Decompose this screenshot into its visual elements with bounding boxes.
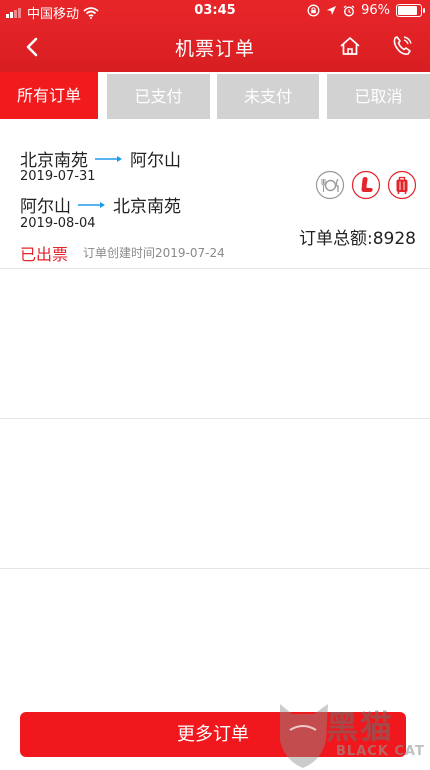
tab-cancelled[interactable]: 已取消 — [327, 74, 430, 119]
order-created-time: 订单创建时间2019-07-24 — [83, 246, 225, 260]
tab-unpaid[interactable]: 未支付 — [217, 74, 319, 119]
route-leg-2: 阿尔山 北京南苑 — [20, 192, 181, 217]
tab-paid[interactable]: 已支付 — [107, 74, 210, 119]
arrow-right-icon — [95, 155, 122, 162]
order-card[interactable]: 北京南苑 阿尔山 2019-07-31 阿尔山 北京南苑 2019-08-04 — [0, 120, 430, 268]
page-title: 机票订单 — [174, 38, 255, 60]
tab-all-orders[interactable]: 所有订单 — [0, 72, 98, 119]
leg-2-date: 2019-08-04 — [20, 216, 96, 231]
watermark-cn: 黑猫 — [326, 708, 395, 746]
watermark-en: BLACK CAT — [336, 744, 425, 759]
divider — [0, 568, 430, 569]
route-leg-1: 北京南苑 阿尔山 — [20, 146, 181, 171]
seat-icon — [351, 170, 381, 200]
divider — [0, 268, 430, 269]
phone-icon[interactable] — [390, 34, 414, 58]
leg-2-from: 阿尔山 — [20, 197, 71, 217]
status-bar: 中国移动 03:45 96% — [0, 0, 430, 22]
leg-1-to: 阿尔山 — [130, 151, 181, 171]
nav-bar: 机票订单 — [0, 22, 430, 72]
leg-2-to: 北京南苑 — [113, 197, 181, 217]
order-total: 订单总额:8928 — [299, 229, 416, 249]
order-status: 已出票 — [20, 245, 69, 264]
divider — [0, 418, 430, 419]
meal-icon — [315, 170, 345, 200]
arrow-right-icon — [78, 201, 105, 208]
battery-percent: 96% — [361, 3, 390, 18]
battery-icon — [396, 4, 425, 17]
alarm-icon — [343, 4, 355, 17]
luggage-icon — [387, 170, 417, 200]
leg-1-date: 2019-07-31 — [20, 169, 96, 184]
location-icon — [327, 6, 337, 15]
home-icon[interactable] — [338, 34, 362, 58]
rotation-lock-icon — [307, 4, 320, 17]
leg-1-from: 北京南苑 — [20, 151, 88, 171]
order-tabs: 所有订单 已支付 未支付 已取消 — [0, 72, 430, 119]
